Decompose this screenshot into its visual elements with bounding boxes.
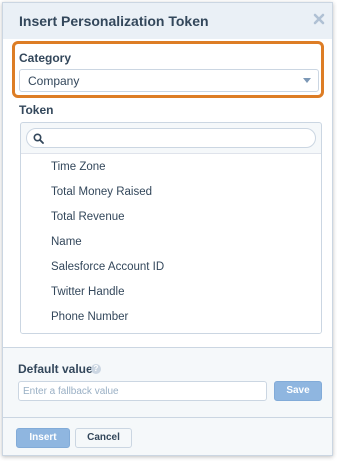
fallback-value-input[interactable] (18, 381, 267, 401)
footer-divider (3, 417, 332, 418)
token-search-input[interactable] (47, 131, 307, 145)
token-item-phone-number[interactable]: Phone Number (51, 311, 128, 323)
section-divider (3, 347, 332, 348)
category-label: Category (19, 51, 72, 65)
token-item-total-revenue[interactable]: Total Revenue (51, 211, 125, 223)
token-item-name[interactable]: Name (51, 236, 82, 248)
dialog-title: Insert Personalization Token (19, 13, 209, 29)
token-item-time-zone[interactable]: Time Zone (51, 161, 106, 173)
token-item-salesforce-account-id[interactable]: Salesforce Account ID (51, 261, 164, 273)
insert-button[interactable]: Insert (16, 428, 70, 448)
token-item-total-money-raised[interactable]: Total Money Raised (51, 186, 152, 198)
chevron-down-icon (303, 78, 311, 83)
category-selected-value: Company (28, 74, 80, 88)
token-picker: Time Zone Total Money Raised Total Reven… (20, 122, 322, 334)
dialog-header: Insert Personalization Token (3, 3, 332, 40)
token-list: Time Zone Total Money Raised Total Reven… (21, 153, 321, 333)
token-label: Token (19, 103, 54, 117)
default-value-label: Default value (18, 362, 93, 376)
personalization-token-dialog: Insert Personalization Token Category Co… (2, 2, 333, 456)
save-button[interactable]: Save (274, 381, 322, 401)
token-search[interactable] (26, 128, 316, 148)
category-select[interactable]: Company (19, 69, 319, 92)
close-icon[interactable] (312, 12, 326, 26)
search-icon (33, 133, 44, 144)
cancel-button[interactable]: Cancel (75, 428, 132, 448)
help-icon[interactable]: ? (91, 364, 101, 374)
token-item-twitter-handle[interactable]: Twitter Handle (51, 286, 125, 298)
